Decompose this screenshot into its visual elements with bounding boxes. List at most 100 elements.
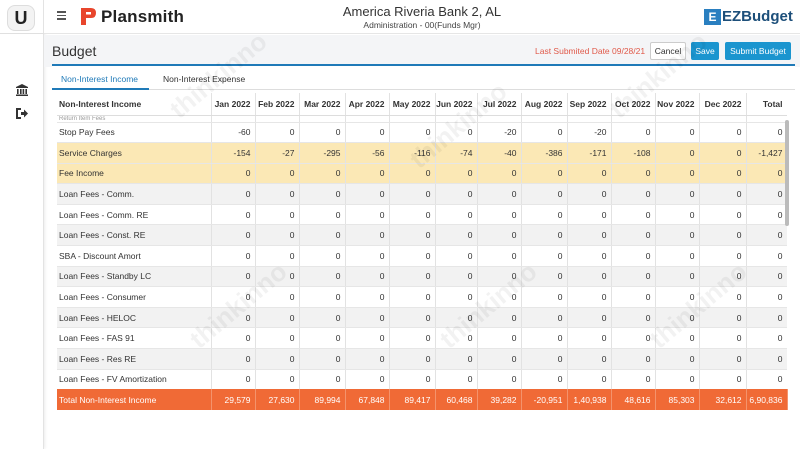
- month-value-cell[interactable]: -74: [435, 142, 478, 164]
- month-value-cell[interactable]: 0: [521, 286, 568, 308]
- month-value-cell[interactable]: 0: [345, 204, 390, 226]
- month-value-cell[interactable]: 0: [567, 224, 612, 247]
- row-total-cell[interactable]: 0: [746, 204, 787, 226]
- month-value-cell[interactable]: 0: [521, 163, 568, 185]
- month-value-cell[interactable]: 0: [345, 266, 390, 288]
- row-total-cell[interactable]: 0: [746, 286, 787, 308]
- month-value-cell[interactable]: 0: [211, 369, 256, 391]
- month-value-cell[interactable]: 0: [611, 307, 656, 329]
- sign-out-icon[interactable]: [14, 108, 30, 122]
- month-value-cell[interactable]: 0: [655, 204, 700, 226]
- month-value-cell[interactable]: 0: [211, 183, 256, 205]
- month-value-cell[interactable]: 0: [299, 245, 346, 267]
- month-value-cell[interactable]: 0: [435, 204, 478, 226]
- month-value-cell[interactable]: -116: [389, 142, 436, 164]
- month-value-cell[interactable]: 0: [655, 348, 700, 370]
- month-value-cell[interactable]: 0: [211, 348, 256, 370]
- month-value-cell[interactable]: -20: [477, 122, 522, 144]
- month-value-cell[interactable]: 0: [299, 286, 346, 308]
- month-value-cell[interactable]: 0: [611, 348, 656, 370]
- month-value-cell[interactable]: 0: [345, 286, 390, 308]
- month-value-cell[interactable]: 0: [611, 224, 656, 247]
- month-value-cell[interactable]: 0: [345, 307, 390, 329]
- month-value-cell[interactable]: 0: [211, 204, 256, 226]
- month-value-cell[interactable]: 0: [299, 204, 346, 226]
- month-value-cell[interactable]: -295: [299, 142, 346, 164]
- month-value-cell[interactable]: 0: [299, 348, 346, 370]
- month-value-cell[interactable]: 0: [435, 245, 478, 267]
- month-value-cell[interactable]: -27: [255, 142, 300, 164]
- month-value-cell[interactable]: 0: [521, 204, 568, 226]
- month-value-cell[interactable]: 0: [699, 286, 747, 308]
- save-button[interactable]: Save: [691, 42, 719, 60]
- row-total-cell[interactable]: 0: [746, 369, 787, 391]
- month-value-cell[interactable]: 0: [211, 163, 256, 185]
- month-value-cell[interactable]: 0: [611, 327, 656, 350]
- month-value-cell[interactable]: 0: [521, 369, 568, 391]
- month-value-cell[interactable]: 0: [211, 286, 256, 308]
- month-value-cell[interactable]: 0: [255, 286, 300, 308]
- month-value-cell[interactable]: 0: [389, 122, 436, 144]
- month-value-cell[interactable]: 0: [389, 204, 436, 226]
- month-value-cell[interactable]: 0: [345, 369, 390, 391]
- month-value-cell[interactable]: 0: [477, 286, 522, 308]
- month-value-cell[interactable]: 0: [567, 266, 612, 288]
- row-total-cell[interactable]: 0: [746, 183, 787, 205]
- month-value-cell[interactable]: 0: [611, 369, 656, 391]
- cancel-button[interactable]: Cancel: [650, 42, 686, 60]
- month-value-cell[interactable]: 0: [521, 183, 568, 205]
- row-total-cell[interactable]: 0: [746, 122, 787, 144]
- month-value-cell[interactable]: 0: [435, 307, 478, 329]
- month-value-cell[interactable]: 0: [567, 183, 612, 205]
- month-value-cell[interactable]: 0: [345, 224, 390, 247]
- row-total-cell[interactable]: 0: [746, 224, 787, 247]
- month-value-cell[interactable]: 0: [477, 266, 522, 288]
- month-value-cell[interactable]: 0: [477, 327, 522, 350]
- row-total-cell[interactable]: -1,427: [746, 142, 787, 164]
- row-total-cell[interactable]: 0: [746, 163, 787, 185]
- month-value-cell[interactable]: 0: [567, 163, 612, 185]
- month-value-cell[interactable]: 0: [255, 122, 300, 144]
- month-value-cell[interactable]: 0: [477, 245, 522, 267]
- month-value-cell[interactable]: 0: [435, 348, 478, 370]
- tab-non-interest-income[interactable]: Non-Interest Income: [61, 74, 138, 84]
- month-value-cell[interactable]: 0: [567, 369, 612, 391]
- month-value-cell[interactable]: -108: [611, 142, 656, 164]
- month-value-cell[interactable]: 0: [255, 204, 300, 226]
- month-value-cell[interactable]: 0: [699, 183, 747, 205]
- month-value-cell[interactable]: 0: [611, 122, 656, 144]
- month-value-cell[interactable]: -20: [567, 122, 612, 144]
- month-value-cell[interactable]: 0: [435, 224, 478, 247]
- month-value-cell[interactable]: 0: [699, 348, 747, 370]
- submit-budget-button[interactable]: Submit Budget: [725, 42, 791, 60]
- month-value-cell[interactable]: 0: [345, 122, 390, 144]
- month-value-cell[interactable]: 0: [299, 369, 346, 391]
- month-value-cell[interactable]: 0: [655, 369, 700, 391]
- month-value-cell[interactable]: 0: [255, 348, 300, 370]
- month-value-cell[interactable]: 0: [611, 163, 656, 185]
- month-value-cell[interactable]: 0: [567, 245, 612, 267]
- month-value-cell[interactable]: 0: [389, 266, 436, 288]
- month-value-cell[interactable]: 0: [435, 122, 478, 144]
- month-value-cell[interactable]: 0: [567, 307, 612, 329]
- month-value-cell[interactable]: -154: [211, 142, 256, 164]
- month-value-cell[interactable]: 0: [611, 245, 656, 267]
- month-value-cell[interactable]: 0: [299, 122, 346, 144]
- month-value-cell[interactable]: 0: [389, 224, 436, 247]
- app-logo[interactable]: U: [7, 5, 35, 31]
- month-value-cell[interactable]: 0: [255, 307, 300, 329]
- month-value-cell[interactable]: 0: [435, 163, 478, 185]
- month-value-cell[interactable]: 0: [655, 286, 700, 308]
- month-value-cell[interactable]: 0: [611, 183, 656, 205]
- month-value-cell[interactable]: 0: [211, 307, 256, 329]
- month-value-cell[interactable]: 0: [521, 122, 568, 144]
- month-value-cell[interactable]: 0: [389, 286, 436, 308]
- month-value-cell[interactable]: -386: [521, 142, 568, 164]
- month-value-cell[interactable]: -60: [211, 122, 256, 144]
- month-value-cell[interactable]: 0: [299, 266, 346, 288]
- month-value-cell[interactable]: 0: [345, 245, 390, 267]
- month-value-cell[interactable]: 0: [477, 183, 522, 205]
- month-value-cell[interactable]: 0: [211, 245, 256, 267]
- month-value-cell[interactable]: 0: [389, 183, 436, 205]
- month-value-cell[interactable]: 0: [255, 163, 300, 185]
